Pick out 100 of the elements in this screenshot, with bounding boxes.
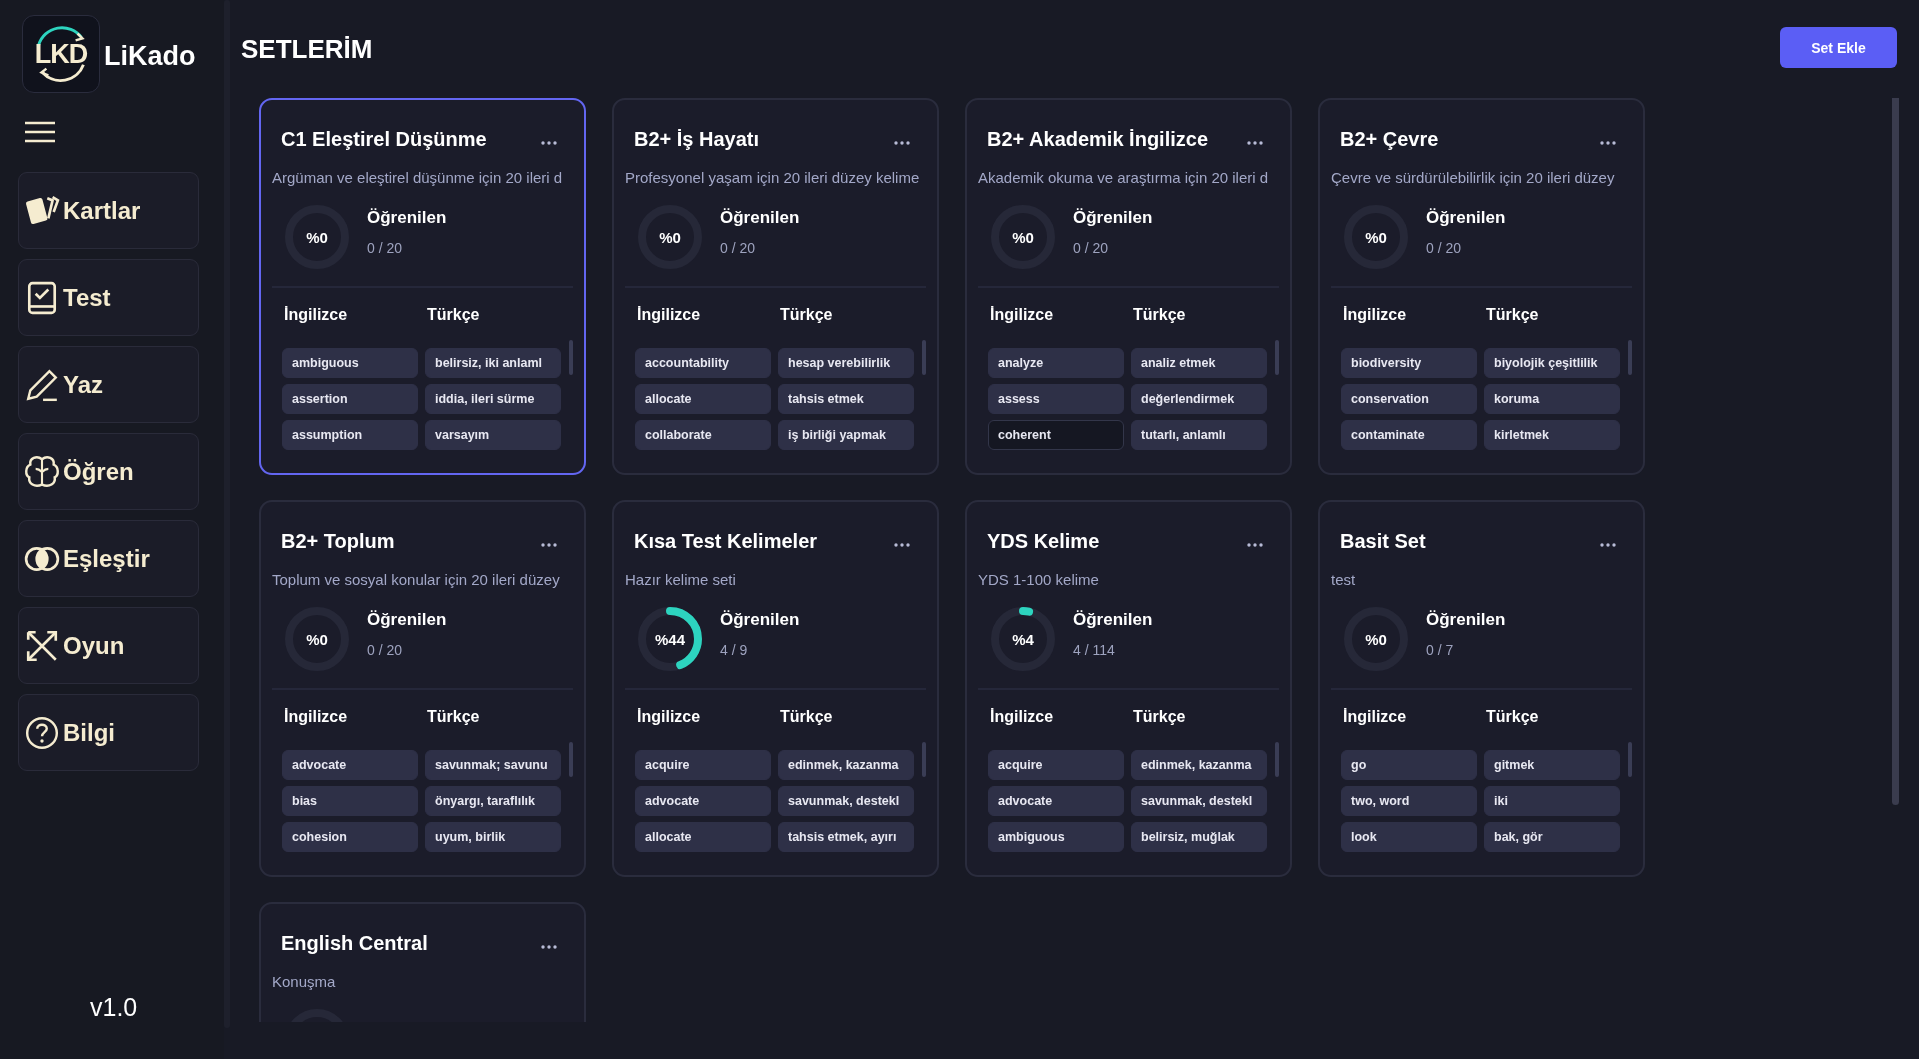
more-icon[interactable] [541, 542, 557, 547]
word-chip[interactable]: allocate [635, 822, 771, 852]
word-chip[interactable]: assertion [282, 384, 418, 414]
word-chip[interactable]: edinmek, kazanma [778, 750, 914, 780]
more-icon[interactable] [1600, 140, 1616, 145]
word-chip[interactable]: tutarlı, anlamlı [1131, 420, 1267, 450]
nav-item[interactable]: Eşleştir [18, 520, 199, 597]
word-chip[interactable]: contaminate [1341, 420, 1477, 450]
set-description: Toplum ve sosyal konular için 20 ileri düzey [272, 571, 561, 588]
set-card[interactable]: B2+ Akademik İngilizce Akademik okuma ve araştırma için 20 ileri d %0 Öğrenilen 0 / 20 İngilizce Türkçe analyze analiz etmek assess değerlendirmek coherent tutarlı, anlamlı [965, 98, 1292, 475]
scrollbar[interactable] [1628, 340, 1632, 375]
progress-label: Öğrenilen [1073, 208, 1153, 228]
more-icon[interactable] [541, 944, 557, 949]
scrollbar[interactable] [922, 340, 926, 375]
scrollbar[interactable] [1892, 98, 1899, 805]
word-chip[interactable]: savunmak; savunu [425, 750, 561, 780]
brain-icon [24, 453, 60, 490]
add-set-button[interactable]: Set Ekle [1780, 27, 1897, 68]
word-chip[interactable]: koruma [1484, 384, 1620, 414]
nav-item[interactable]: Bilgi [18, 694, 199, 771]
more-icon[interactable] [1247, 140, 1263, 145]
column-header: İngilizce [990, 708, 1055, 726]
set-card[interactable]: Kısa Test Kelimeler Hazır kelime seti %44 Öğrenilen 4 / 9 İngilizce Türkçe acquire edinmek, kazanma advocate savunmak, destekl allocate tahsis etmek, ayırı [612, 500, 939, 877]
word-chip[interactable]: look [1341, 822, 1477, 852]
word-chip[interactable]: gitmek [1484, 750, 1620, 780]
progress-count: 0 / 7 [1426, 642, 1455, 658]
word-chip[interactable]: allocate [635, 384, 771, 414]
nav-item[interactable]: Yaz [18, 346, 199, 423]
more-icon[interactable] [894, 542, 910, 547]
menu-icon[interactable] [24, 121, 56, 143]
scrollbar[interactable] [922, 742, 926, 777]
word-chip[interactable]: savunmak, destekl [1131, 786, 1267, 816]
more-icon[interactable] [894, 140, 910, 145]
word-chip[interactable]: edinmek, kazanma [1131, 750, 1267, 780]
nav-item[interactable]: Öğren [18, 433, 199, 510]
nav-item[interactable]: Oyun [18, 607, 199, 684]
word-chip[interactable]: coherent [988, 420, 1124, 450]
word-chip[interactable]: varsayım [425, 420, 561, 450]
word-chip[interactable]: bias [282, 786, 418, 816]
more-icon[interactable] [541, 140, 557, 145]
word-chip[interactable]: collaborate [635, 420, 771, 450]
word-chip[interactable]: acquire [635, 750, 771, 780]
word-chip[interactable]: ambiguous [988, 822, 1124, 852]
word-chip[interactable]: ambiguous [282, 348, 418, 378]
word-chip[interactable]: hesap verebilirlik [778, 348, 914, 378]
scrollbar[interactable] [1628, 742, 1632, 777]
word-chip[interactable]: advocate [988, 786, 1124, 816]
word-chip[interactable]: savunmak, destekl [778, 786, 914, 816]
version-label: v1.0 [90, 993, 138, 1022]
set-title: C1 Eleştirel Düşünme [281, 128, 487, 151]
word-chip[interactable]: belirsiz, muğlak [1131, 822, 1267, 852]
set-card[interactable]: B2+ İş Hayatı Profesyonel yaşam için 20 ileri düzey kelime %0 Öğrenilen 0 / 20 İngilizce Türkçe accountability hesap verebilirlik allocate tahsis etmek collaborate iş birliği yapmak [612, 98, 939, 475]
scrollbar[interactable] [1275, 340, 1279, 375]
word-chip[interactable]: belirsiz, iki anlaml [425, 348, 561, 378]
progress-ring [637, 606, 703, 672]
set-card[interactable]: Basit Set test %0 Öğrenilen 0 / 7 İngilizce Türkçe go gitmek two, word iki look bak, gör [1318, 500, 1645, 877]
word-chip[interactable]: accountability [635, 348, 771, 378]
word-chip[interactable]: iş birliği yapmak [778, 420, 914, 450]
word-chip[interactable]: acquire [988, 750, 1124, 780]
progress-label: Öğrenilen [720, 610, 800, 630]
word-chip[interactable]: advocate [635, 786, 771, 816]
word-chip[interactable]: conservation [1341, 384, 1477, 414]
word-chip[interactable]: analyze [988, 348, 1124, 378]
more-icon[interactable] [1247, 542, 1263, 547]
word-chip[interactable]: biyolojik çeşitlilik [1484, 348, 1620, 378]
word-chip[interactable]: assumption [282, 420, 418, 450]
progress-label: Öğrenilen [1426, 208, 1506, 228]
word-chip[interactable]: tahsis etmek [778, 384, 914, 414]
word-chip[interactable]: kirletmek [1484, 420, 1620, 450]
word-chip[interactable]: analiz etmek [1131, 348, 1267, 378]
word-chip[interactable]: advocate [282, 750, 418, 780]
word-chip[interactable]: cohesion [282, 822, 418, 852]
set-card[interactable]: English Central Konuşma [259, 902, 586, 1022]
progress-percent: %0 [306, 630, 328, 648]
column-header: İngilizce [1343, 306, 1408, 324]
word-chip[interactable]: tahsis etmek, ayırı [778, 822, 914, 852]
word-chip[interactable]: iddia, ileri sürme [425, 384, 561, 414]
nav-item[interactable]: Kartlar [18, 172, 199, 249]
word-chip[interactable]: bak, gör [1484, 822, 1620, 852]
progress-percent: %0 [659, 228, 681, 246]
set-card[interactable]: YDS Kelime YDS 1-100 kelime %4 Öğrenilen 4 / 114 İngilizce Türkçe acquire edinmek, kazanma advocate savunmak, destekl ambiguous belirsiz, muğlak [965, 500, 1292, 877]
scrollbar[interactable] [569, 340, 573, 375]
nav-item[interactable]: Test [18, 259, 199, 336]
word-chip[interactable]: uyum, birlik [425, 822, 561, 852]
word-chip[interactable]: assess [988, 384, 1124, 414]
set-card[interactable]: B2+ Toplum Toplum ve sosyal konular için 20 ileri düzey %0 Öğrenilen 0 / 20 İngilizce Türkçe advocate savunmak; savunu bias önyargı, taraflılık cohesion uyum, birlik [259, 500, 586, 877]
progress-count: 0 / 20 [1073, 240, 1110, 256]
word-chip[interactable]: değerlendirmek [1131, 384, 1267, 414]
word-chip[interactable]: go [1341, 750, 1477, 780]
progress-percent: %0 [1365, 228, 1387, 246]
word-chip[interactable]: biodiversity [1341, 348, 1477, 378]
word-chip[interactable]: two, word [1341, 786, 1477, 816]
word-chip[interactable]: iki [1484, 786, 1620, 816]
more-icon[interactable] [1600, 542, 1616, 547]
set-card[interactable]: C1 Eleştirel Düşünme Argüman ve eleştirel düşünme için 20 ileri d %0 Öğrenilen 0 / 20 İngilizce Türkçe ambiguous belirsiz, iki anlaml assertion iddia, ileri sürme assumption varsayım [259, 98, 586, 475]
set-card[interactable]: B2+ Çevre Çevre ve sürdürülebilirlik için 20 ileri düzey %0 Öğrenilen 0 / 20 İngilizce Türkçe biodiversity biyolojik çeşitlilik conservation koruma contaminate kirletmek [1318, 98, 1645, 475]
page-title: SETLERİM [241, 34, 373, 65]
word-chip[interactable]: önyargı, taraflılık [425, 786, 561, 816]
scrollbar[interactable] [569, 742, 573, 777]
scrollbar[interactable] [1275, 742, 1279, 777]
